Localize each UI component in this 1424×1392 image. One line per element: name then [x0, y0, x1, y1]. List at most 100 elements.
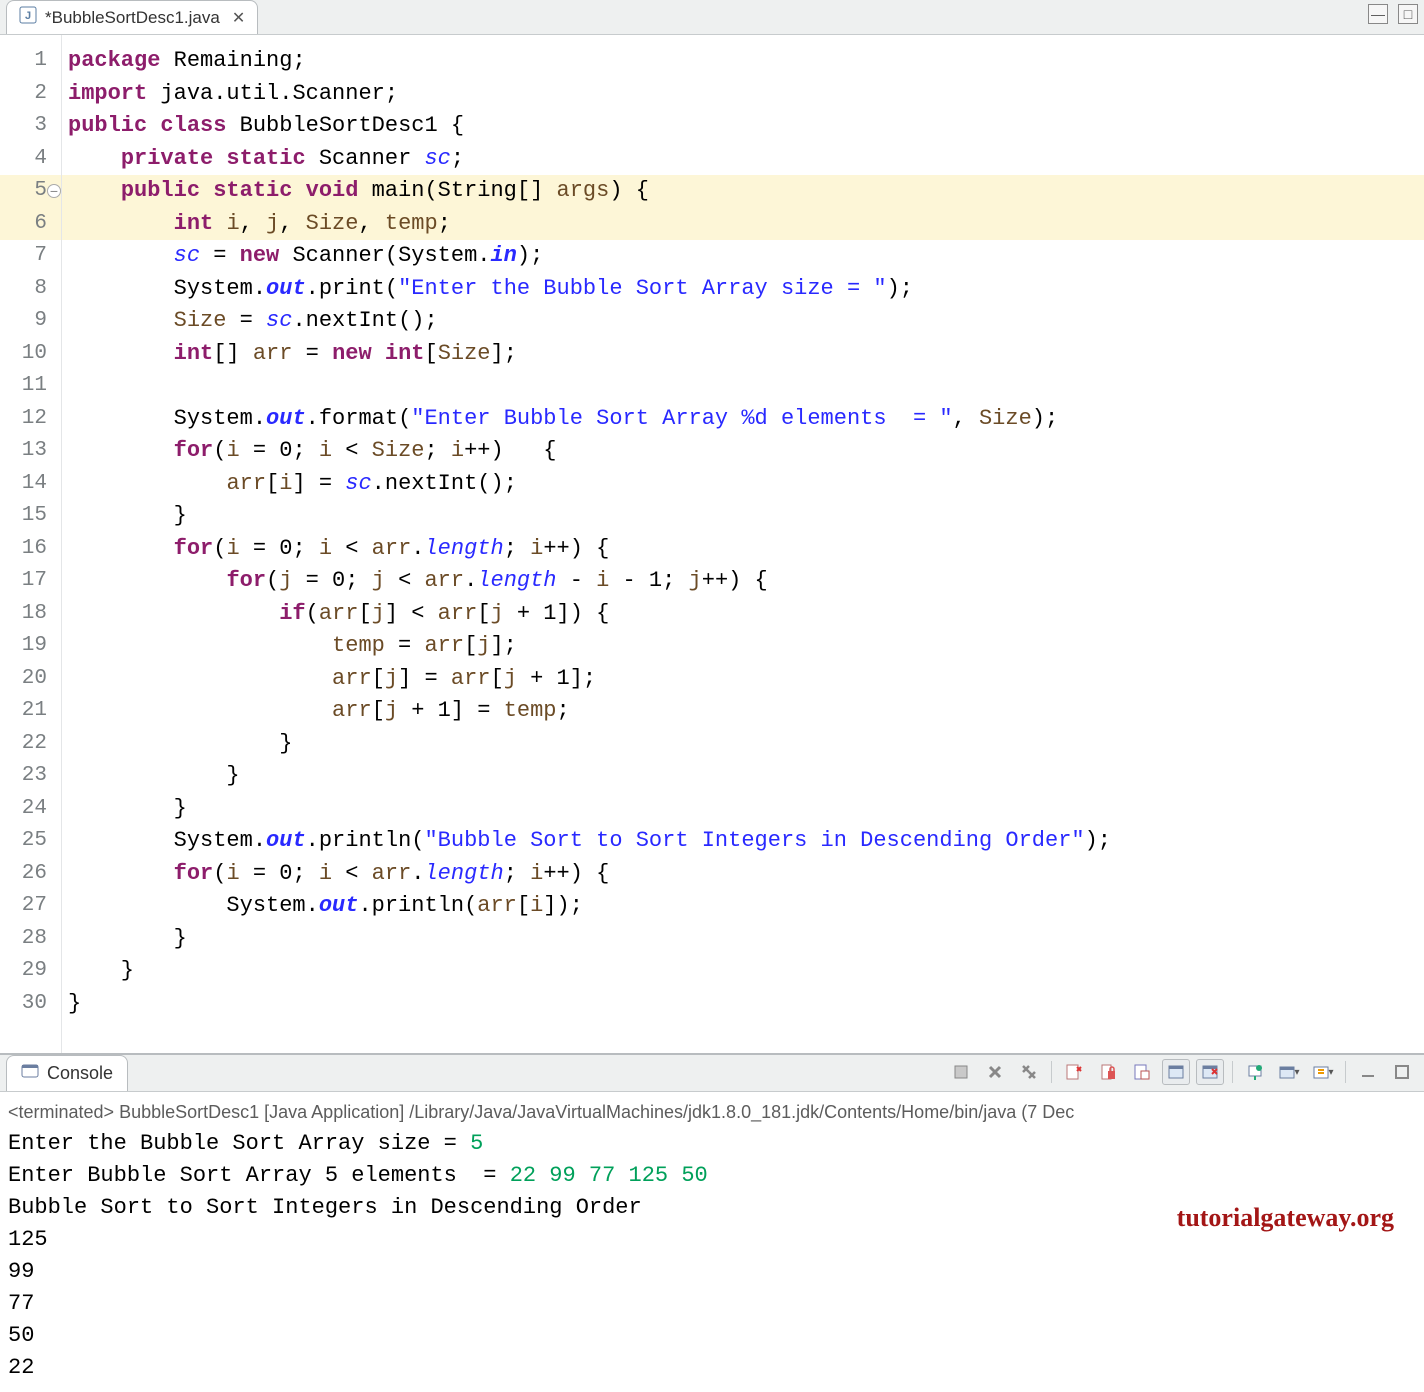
line-number: 26 — [0, 858, 61, 891]
toolbar-separator — [1051, 1061, 1052, 1083]
maximize-button[interactable]: □ — [1398, 4, 1418, 24]
remove-launch-button[interactable] — [981, 1059, 1009, 1085]
line-number: 4 — [0, 143, 61, 176]
code-line[interactable]: Size = sc.nextInt(); — [62, 305, 1424, 338]
code-line[interactable]: private static Scanner sc; — [62, 143, 1424, 176]
close-icon[interactable]: ✕ — [232, 8, 245, 28]
line-number: 15 — [0, 500, 61, 533]
code-area[interactable]: package Remaining;import java.util.Scann… — [62, 35, 1424, 1053]
line-number: 17 — [0, 565, 61, 598]
console-line: Enter the Bubble Sort Array size = 5 — [8, 1128, 1416, 1160]
line-number: 11 — [0, 370, 61, 403]
code-line[interactable]: for(i = 0; i < arr.length; i++) { — [62, 533, 1424, 566]
console-line: 22 — [8, 1352, 1416, 1384]
code-line[interactable]: if(arr[j] < arr[j + 1]) { — [62, 598, 1424, 631]
code-line[interactable]: } — [62, 500, 1424, 533]
code-line[interactable]: } — [62, 760, 1424, 793]
code-line[interactable]: public class BubbleSortDesc1 { — [62, 110, 1424, 143]
line-number: 7 — [0, 240, 61, 273]
line-number: 3 — [0, 110, 61, 143]
line-number: 16 — [0, 533, 61, 566]
line-number: 23 — [0, 760, 61, 793]
toolbar-separator — [1345, 1061, 1346, 1083]
code-line[interactable]: arr[j + 1] = temp; — [62, 695, 1424, 728]
code-line[interactable]: sc = new Scanner(System.in); — [62, 240, 1424, 273]
code-line[interactable]: int[] arr = new int[Size]; — [62, 338, 1424, 371]
console-line: 77 — [8, 1288, 1416, 1320]
line-number: 6 — [0, 208, 61, 241]
code-line[interactable]: temp = arr[j]; — [62, 630, 1424, 663]
line-number: 22 — [0, 728, 61, 761]
code-line[interactable]: for(i = 0; i < arr.length; i++) { — [62, 858, 1424, 891]
line-number: 1 — [0, 45, 61, 78]
show-console-button[interactable] — [1128, 1059, 1156, 1085]
line-number: 20 — [0, 663, 61, 696]
line-number-gutter: 12345−6789101112131415161718192021222324… — [0, 35, 62, 1053]
editor-tab-label: *BubbleSortDesc1.java — [45, 8, 220, 28]
line-number: 19 — [0, 630, 61, 663]
console-tab-bar: Console — [0, 1055, 1424, 1092]
scroll-lock-button[interactable] — [1094, 1059, 1122, 1085]
code-line[interactable]: package Remaining; — [62, 45, 1424, 78]
console-maximize-button[interactable] — [1388, 1059, 1416, 1085]
terminate-button[interactable] — [947, 1059, 975, 1085]
code-line[interactable]: for(j = 0; j < arr.length - i - 1; j++) … — [62, 565, 1424, 598]
line-number: 24 — [0, 793, 61, 826]
editor-tab-bar: J *BubbleSortDesc1.java ✕ — □ — [0, 0, 1424, 35]
line-number: 29 — [0, 955, 61, 988]
code-line[interactable]: public static void main(String[] args) { — [62, 175, 1424, 208]
line-number: 2 — [0, 78, 61, 111]
display-selected-console-button[interactable] — [1275, 1059, 1303, 1085]
code-line[interactable]: } — [62, 923, 1424, 956]
java-file-icon: J — [19, 6, 37, 29]
line-number: 13 — [0, 435, 61, 468]
line-number: 10 — [0, 338, 61, 371]
console-icon — [21, 1062, 39, 1085]
line-number: 8 — [0, 273, 61, 306]
code-line[interactable]: arr[j] = arr[j + 1]; — [62, 663, 1424, 696]
fold-toggle-icon[interactable]: − — [47, 184, 61, 198]
console-tab-label: Console — [47, 1063, 113, 1084]
code-line[interactable] — [62, 370, 1424, 403]
pin-console-button[interactable] — [1241, 1059, 1269, 1085]
editor-window-controls: — □ — [1368, 4, 1418, 24]
code-line[interactable]: int i, j, Size, temp; — [62, 208, 1424, 241]
console-line: 50 — [8, 1320, 1416, 1352]
minimize-button[interactable]: — — [1368, 4, 1388, 24]
line-number: 12 — [0, 403, 61, 436]
line-number: 28 — [0, 923, 61, 956]
console-line: Enter Bubble Sort Array 5 elements = 22 … — [8, 1160, 1416, 1192]
console-tab[interactable]: Console — [6, 1055, 128, 1091]
code-line[interactable]: } — [62, 728, 1424, 761]
code-line[interactable]: System.out.println("Bubble Sort to Sort … — [62, 825, 1424, 858]
show-stderr-button[interactable] — [1196, 1059, 1224, 1085]
line-number: 14 — [0, 468, 61, 501]
line-number: 27 — [0, 890, 61, 923]
console-output[interactable]: <terminated> BubbleSortDesc1 [Java Appli… — [0, 1092, 1424, 1392]
code-line[interactable]: System.out.println(arr[i]); — [62, 890, 1424, 923]
code-line[interactable]: System.out.format("Enter Bubble Sort Arr… — [62, 403, 1424, 436]
svg-text:J: J — [25, 10, 31, 22]
console-line: 99 — [8, 1256, 1416, 1288]
console-minimize-button[interactable] — [1354, 1059, 1382, 1085]
code-line[interactable]: for(i = 0; i < Size; i++) { — [62, 435, 1424, 468]
console-toolbar — [947, 1059, 1416, 1085]
show-stdout-button[interactable] — [1162, 1059, 1190, 1085]
toolbar-separator — [1232, 1061, 1233, 1083]
watermark-text: tutorialgateway.org — [1177, 1202, 1394, 1234]
code-line[interactable]: } — [62, 988, 1424, 1021]
editor-tab[interactable]: J *BubbleSortDesc1.java ✕ — [6, 0, 258, 34]
code-line[interactable]: arr[i] = sc.nextInt(); — [62, 468, 1424, 501]
code-line[interactable]: import java.util.Scanner; — [62, 78, 1424, 111]
code-line[interactable]: } — [62, 793, 1424, 826]
line-number: 25 — [0, 825, 61, 858]
clear-console-button[interactable] — [1060, 1059, 1088, 1085]
line-number: 18 — [0, 598, 61, 631]
remove-all-button[interactable] — [1015, 1059, 1043, 1085]
code-line[interactable]: } — [62, 955, 1424, 988]
code-line[interactable]: System.out.print("Enter the Bubble Sort … — [62, 273, 1424, 306]
code-editor[interactable]: 12345−6789101112131415161718192021222324… — [0, 35, 1424, 1055]
line-number: 9 — [0, 305, 61, 338]
open-console-button[interactable] — [1309, 1059, 1337, 1085]
line-number: 30 — [0, 988, 61, 1021]
